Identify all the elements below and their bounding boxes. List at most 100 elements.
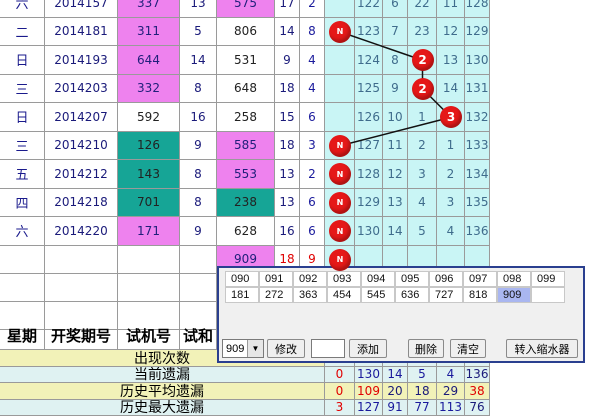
chevron-down-icon[interactable]: ▼ xyxy=(247,340,263,357)
weekday-cell: 六 xyxy=(0,0,45,18)
number-cell[interactable]: 727 xyxy=(429,287,463,303)
delete-button[interactable]: 删除 xyxy=(408,339,444,358)
number-cell[interactable]: 181 xyxy=(225,287,259,303)
clear-button[interactable]: 清空 xyxy=(450,339,486,358)
trend-cell: 2 xyxy=(408,131,437,160)
number-cell[interactable]: 094 xyxy=(361,271,395,287)
number-cell[interactable]: 090 xyxy=(225,271,259,287)
trend-cell: 9 xyxy=(383,74,408,103)
gap-cell: 8 xyxy=(180,188,217,217)
trial-number-cell: 171 xyxy=(118,217,180,246)
number-cell[interactable]: 454 xyxy=(327,287,361,303)
number-select[interactable]: 909 ▼ xyxy=(222,339,264,358)
stat-value-cell: 3 xyxy=(325,399,355,416)
empty-cell xyxy=(45,274,118,302)
issue-cell: 2014210 xyxy=(45,131,118,160)
span-cell: 15 xyxy=(275,103,300,132)
number-cell[interactable] xyxy=(531,287,565,303)
issue-header: 开奖期号 xyxy=(45,322,118,350)
ball-cell xyxy=(325,131,355,160)
span-cell: 17 xyxy=(275,0,300,18)
trend-cell: 131 xyxy=(465,74,490,103)
shrink-filter-button[interactable]: 转入缩水器 xyxy=(506,339,578,358)
empty-cell xyxy=(180,274,217,302)
add-button[interactable]: 添加 xyxy=(349,339,387,358)
tail-cell: 4 xyxy=(300,74,325,103)
trend-cell: 22 xyxy=(408,0,437,18)
ball-cell xyxy=(325,46,355,75)
ball-cell xyxy=(325,188,355,217)
trend-cell: 10 xyxy=(383,103,408,132)
issue-cell: 2014181 xyxy=(45,17,118,46)
trend-cell: 4 xyxy=(437,217,465,246)
issue-cell: 2014212 xyxy=(45,160,118,189)
empty-cell xyxy=(118,245,180,274)
trend-cell: 128 xyxy=(465,0,490,18)
trend-cell: 130 xyxy=(355,217,383,246)
trend-cell: 2 xyxy=(437,160,465,189)
trend-cell: 136 xyxy=(465,217,490,246)
trend-cell: 11 xyxy=(383,131,408,160)
number-cell[interactable]: 909 xyxy=(497,287,531,303)
number-cell[interactable]: 818 xyxy=(463,287,497,303)
sum-cell: 648 xyxy=(217,74,275,103)
stat-value-cell: 18 xyxy=(408,383,437,400)
weekday-cell: 三 xyxy=(0,74,45,103)
trend-cell: 135 xyxy=(465,188,490,217)
trend-cell: 12 xyxy=(437,17,465,46)
trend-cell: 127 xyxy=(355,131,383,160)
tail-cell: 4 xyxy=(300,46,325,75)
number-cell[interactable]: 096 xyxy=(429,271,463,287)
tail-cell: 6 xyxy=(300,217,325,246)
number-cell[interactable]: 098 xyxy=(497,271,531,287)
number-cell[interactable]: 363 xyxy=(293,287,327,303)
number-cell[interactable]: 545 xyxy=(361,287,395,303)
number-cell[interactable]: 091 xyxy=(259,271,293,287)
issue-cell: 2014203 xyxy=(45,74,118,103)
weekday-cell: 二 xyxy=(0,17,45,46)
span-cell: 9 xyxy=(275,46,300,75)
sum-cell: 628 xyxy=(217,217,275,246)
stat-value-cell: 77 xyxy=(408,399,437,416)
trend-cell: 122 xyxy=(355,0,383,18)
number-cell[interactable]: 095 xyxy=(395,271,429,287)
issue-cell: 2014218 xyxy=(45,188,118,217)
trend-cell: 129 xyxy=(465,17,490,46)
trend-cell: 23 xyxy=(408,17,437,46)
trend-cell: 2 xyxy=(408,74,437,103)
number-cell[interactable]: 099 xyxy=(531,271,565,287)
sum-cell: 531 xyxy=(217,46,275,75)
trend-cell: 12 xyxy=(383,160,408,189)
number-cell[interactable]: 092 xyxy=(293,271,327,287)
number-input[interactable] xyxy=(311,339,345,358)
number-cell[interactable]: 636 xyxy=(395,287,429,303)
trial-number-cell: 337 xyxy=(118,0,180,18)
issue-cell: 2014220 xyxy=(45,217,118,246)
issue-cell: 2014207 xyxy=(45,103,118,132)
number-cell[interactable]: 272 xyxy=(259,287,293,303)
stat-label: 当前遗漏 xyxy=(0,366,325,383)
trend-cell: 128 xyxy=(355,160,383,189)
trend-cell: 1 xyxy=(408,103,437,132)
sum-header: 试和 xyxy=(180,322,217,350)
trend-cell: 3 xyxy=(437,188,465,217)
stat-value-cell: 109 xyxy=(355,383,383,400)
stat-value-cell: 130 xyxy=(355,366,383,383)
number-cell[interactable]: 093 xyxy=(327,271,361,287)
weekday-header: 星期 xyxy=(0,322,45,350)
trial-number-cell: 311 xyxy=(118,17,180,46)
modify-button[interactable]: 修改 xyxy=(267,339,305,358)
trend-cell: 5 xyxy=(408,217,437,246)
ball-cell xyxy=(325,17,355,46)
trial-number-cell: 592 xyxy=(118,103,180,132)
trial-header: 试机号 xyxy=(118,322,180,350)
weekday-cell: 六 xyxy=(0,217,45,246)
trial-number-cell: 126 xyxy=(118,131,180,160)
stat-value-cell: 76 xyxy=(465,399,490,416)
stat-value-cell: 91 xyxy=(383,399,408,416)
stat-value-cell: 5 xyxy=(408,366,437,383)
trial-number-cell: 644 xyxy=(118,46,180,75)
number-cell[interactable]: 097 xyxy=(463,271,497,287)
number-select-value: 909 xyxy=(226,342,245,355)
span-cell: 14 xyxy=(275,17,300,46)
